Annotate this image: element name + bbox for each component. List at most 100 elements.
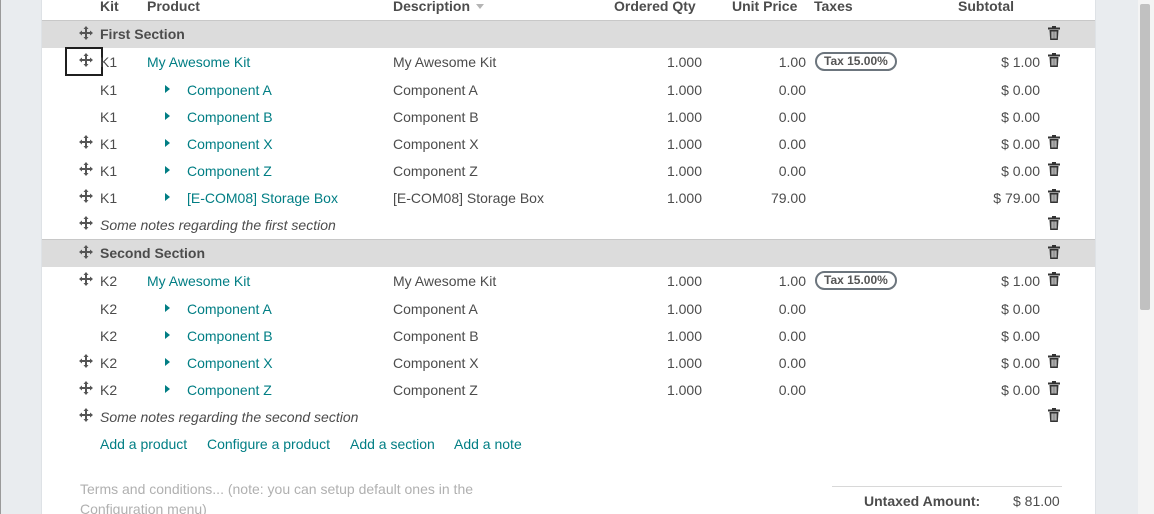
drag-handle-icon[interactable]: [79, 408, 93, 422]
description-cell[interactable]: Component A: [393, 301, 478, 317]
caret-right-icon[interactable]: [165, 358, 170, 366]
trash-icon[interactable]: [1048, 53, 1060, 67]
description-cell[interactable]: Component A: [393, 82, 478, 98]
kit-cell[interactable]: K1: [100, 136, 117, 152]
description-cell[interactable]: My Awesome Kit: [393, 273, 496, 289]
price-cell[interactable]: 0.00: [742, 163, 806, 179]
price-cell[interactable]: 0.00: [742, 301, 806, 317]
kit-cell[interactable]: K1: [100, 109, 117, 125]
kit-cell[interactable]: K2: [100, 301, 117, 317]
drag-handle-icon[interactable]: [79, 354, 93, 368]
price-cell[interactable]: 1.00: [742, 54, 806, 70]
table-row[interactable]: K2 My Awesome Kit My Awesome Kit 1.000 1…: [42, 267, 1095, 294]
qty-cell[interactable]: 1.000: [642, 190, 702, 206]
trash-icon[interactable]: [1048, 272, 1060, 286]
trash-icon[interactable]: [1048, 162, 1060, 176]
qty-cell[interactable]: 1.000: [642, 82, 702, 98]
section-title[interactable]: First Section: [100, 26, 185, 42]
trash-icon[interactable]: [1048, 216, 1060, 230]
description-cell[interactable]: My Awesome Kit: [393, 54, 496, 70]
product-cell[interactable]: [E-COM08] Storage Box: [187, 190, 338, 206]
note-row[interactable]: Some notes regarding the first section: [42, 211, 1095, 238]
trash-icon[interactable]: [1048, 354, 1060, 368]
caret-right-icon[interactable]: [165, 112, 170, 120]
tax-badge[interactable]: Tax 15.00%: [815, 52, 897, 71]
price-cell[interactable]: 0.00: [742, 82, 806, 98]
product-cell[interactable]: Component Z: [187, 382, 272, 398]
drag-handle-icon[interactable]: [79, 216, 93, 230]
qty-cell[interactable]: 1.000: [642, 136, 702, 152]
kit-cell[interactable]: K1: [100, 190, 117, 206]
kit-cell[interactable]: K1: [100, 54, 117, 70]
price-cell[interactable]: 0.00: [742, 109, 806, 125]
trash-icon[interactable]: [1048, 381, 1060, 395]
add-product-link[interactable]: Add a product: [100, 436, 187, 452]
price-cell[interactable]: 0.00: [742, 328, 806, 344]
product-cell[interactable]: My Awesome Kit: [147, 273, 250, 289]
price-cell[interactable]: 0.00: [742, 382, 806, 398]
drag-handle-icon[interactable]: [79, 162, 93, 176]
section-row[interactable]: Second Section: [42, 239, 1095, 267]
product-cell[interactable]: Component B: [187, 109, 273, 125]
trash-icon[interactable]: [1048, 245, 1060, 259]
price-cell[interactable]: 79.00: [742, 190, 806, 206]
table-row[interactable]: K1 Component X Component X 1.000 0.00 $ …: [42, 130, 1095, 157]
caret-right-icon[interactable]: [165, 85, 170, 93]
table-row[interactable]: K1 [E-COM08] Storage Box [E-COM08] Stora…: [42, 184, 1095, 211]
note-text[interactable]: Some notes regarding the first section: [100, 217, 336, 233]
col-description[interactable]: Description: [393, 0, 485, 14]
kit-cell[interactable]: K1: [100, 163, 117, 179]
configure-product-link[interactable]: Configure a product: [207, 436, 330, 452]
qty-cell[interactable]: 1.000: [642, 328, 702, 344]
table-row[interactable]: K1 Component Z Component Z 1.000 0.00 $ …: [42, 157, 1095, 184]
col-subtotal[interactable]: Subtotal: [958, 0, 1014, 14]
description-cell[interactable]: Component Z: [393, 163, 478, 179]
product-cell[interactable]: Component A: [187, 82, 272, 98]
trash-icon[interactable]: [1048, 135, 1060, 149]
qty-cell[interactable]: 1.000: [642, 301, 702, 317]
drag-handle-icon[interactable]: [79, 135, 93, 149]
caret-right-icon[interactable]: [165, 166, 170, 174]
kit-cell[interactable]: K1: [100, 82, 117, 98]
product-cell[interactable]: Component B: [187, 328, 273, 344]
trash-icon[interactable]: [1048, 26, 1060, 40]
col-unit-price[interactable]: Unit Price: [732, 0, 797, 14]
price-cell[interactable]: 0.00: [742, 136, 806, 152]
table-row[interactable]: K1 Component A Component A 1.000 0.00 $ …: [42, 76, 1095, 103]
qty-cell[interactable]: 1.000: [642, 273, 702, 289]
kit-cell[interactable]: K2: [100, 273, 117, 289]
drag-handle-icon[interactable]: [79, 245, 93, 259]
terms-and-conditions-field[interactable]: Terms and conditions... (note: you can s…: [80, 479, 510, 514]
kit-cell[interactable]: K2: [100, 328, 117, 344]
add-section-link[interactable]: Add a section: [350, 436, 435, 452]
kit-cell[interactable]: K2: [100, 355, 117, 371]
drag-handle-icon[interactable]: [79, 381, 93, 395]
description-cell[interactable]: Component B: [393, 109, 479, 125]
table-row[interactable]: K2 Component A Component A 1.000 0.00 $ …: [42, 295, 1095, 322]
kit-cell[interactable]: K2: [100, 382, 117, 398]
product-cell[interactable]: Component Z: [187, 163, 272, 179]
table-row[interactable]: K2 Component B Component B 1.000 0.00 $ …: [42, 322, 1095, 349]
product-cell[interactable]: Component X: [187, 136, 273, 152]
caret-right-icon[interactable]: [165, 193, 170, 201]
qty-cell[interactable]: 1.000: [642, 163, 702, 179]
qty-cell[interactable]: 1.000: [642, 54, 702, 70]
caret-right-icon[interactable]: [165, 385, 170, 393]
description-cell[interactable]: [E-COM08] Storage Box: [393, 190, 544, 206]
drag-handle-icon[interactable]: [79, 272, 93, 286]
qty-cell[interactable]: 1.000: [642, 382, 702, 398]
table-row[interactable]: K1 Component B Component B 1.000 0.00 $ …: [42, 103, 1095, 130]
qty-cell[interactable]: 1.000: [642, 109, 702, 125]
product-cell[interactable]: Component A: [187, 301, 272, 317]
col-kit[interactable]: Kit: [100, 0, 119, 14]
add-note-link[interactable]: Add a note: [454, 436, 522, 452]
price-cell[interactable]: 1.00: [742, 273, 806, 289]
qty-cell[interactable]: 1.000: [642, 355, 702, 371]
vertical-scrollbar[interactable]: [1138, 0, 1154, 514]
caret-right-icon[interactable]: [165, 331, 170, 339]
description-cell[interactable]: Component X: [393, 355, 479, 371]
caret-right-icon[interactable]: [165, 139, 170, 147]
trash-icon[interactable]: [1048, 189, 1060, 203]
drag-handle-icon[interactable]: [79, 189, 93, 203]
scrollbar-thumb[interactable]: [1140, 4, 1150, 310]
